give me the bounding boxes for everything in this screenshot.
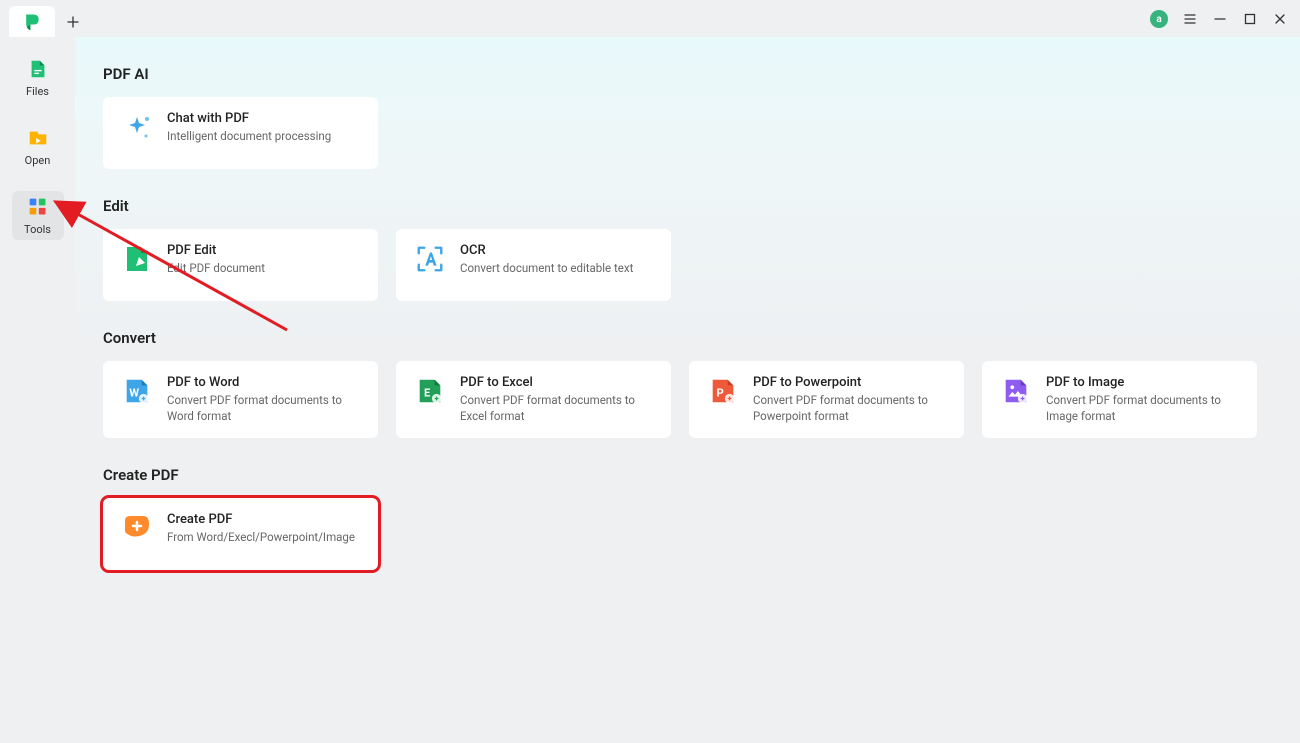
new-tab-button[interactable] [63,12,83,32]
word-icon: W [121,375,153,407]
cards-row: Create PDF From Word/Execl/Powerpoint/Im… [103,498,1272,570]
card-desc: Intelligent document processing [167,128,331,144]
ai-sparkle-icon [121,111,153,143]
titlebar-left [0,0,83,37]
maximize-icon [1244,13,1256,25]
card-desc: Convert PDF format documents to Powerpoi… [753,392,946,424]
app-logo-icon [22,12,42,32]
card-title: Chat with PDF [167,111,331,126]
card-title: PDF to Image [1046,375,1239,390]
section-title: Edit [103,197,1272,215]
svg-text:W: W [129,387,139,400]
hamburger-icon [1184,13,1196,25]
avatar-initial: a [1156,14,1161,25]
card-title: OCR [460,243,633,258]
section-title: Create PDF [103,466,1272,484]
card-text: PDF to Excel Convert PDF format document… [460,375,653,424]
card-title: PDF to Powerpoint [753,375,946,390]
sidebar-item-open[interactable]: Open [12,122,64,171]
svg-text:E: E [424,387,431,400]
card-text: PDF Edit Edit PDF document [167,243,265,276]
card-desc: Convert PDF format documents to Image fo… [1046,392,1239,424]
maximize-button[interactable] [1242,11,1258,27]
close-icon [1274,13,1286,25]
layout: Files Open Tools PDF AI [0,37,1300,743]
section-title: PDF AI [103,65,1272,83]
card-pdf-to-powerpoint[interactable]: P PDF to Powerpoint Convert PDF format d… [689,361,964,438]
close-button[interactable] [1272,11,1288,27]
cards-row: PDF Edit Edit PDF document OCR Convert d… [103,229,1272,301]
svg-text:P: P [717,387,724,400]
card-ocr[interactable]: OCR Convert document to editable text [396,229,671,301]
card-pdf-to-word[interactable]: W PDF to Word Convert PDF format documen… [103,361,378,438]
card-text: Chat with PDF Intelligent document proce… [167,111,331,144]
sidebar: Files Open Tools [0,37,75,743]
pdf-edit-icon [121,243,153,275]
section-title: Convert [103,329,1272,347]
sidebar-item-files[interactable]: Files [12,53,64,102]
titlebar-right: a [1150,0,1300,28]
files-icon [26,57,50,81]
tools-icon [26,195,50,219]
card-title: Create PDF [167,512,355,527]
card-create-pdf[interactable]: Create PDF From Word/Execl/Powerpoint/Im… [103,498,378,570]
card-desc: Edit PDF document [167,260,265,276]
section-edit: Edit PDF Edit Edit PDF document [103,197,1272,301]
sidebar-item-label: Open [25,154,51,167]
card-text: PDF to Powerpoint Convert PDF format doc… [753,375,946,424]
card-text: PDF to Image Convert PDF format document… [1046,375,1239,424]
minimize-button[interactable] [1212,11,1228,27]
avatar[interactable]: a [1150,10,1168,28]
card-title: PDF to Word [167,375,360,390]
sidebar-item-label: Tools [24,223,51,236]
powerpoint-icon: P [707,375,739,407]
image-icon [1000,375,1032,407]
open-icon [26,126,50,150]
card-pdf-to-image[interactable]: PDF to Image Convert PDF format document… [982,361,1257,438]
card-text: PDF to Word Convert PDF format documents… [167,375,360,424]
card-pdf-to-excel[interactable]: E PDF to Excel Convert PDF format docume… [396,361,671,438]
section-pdf-ai: PDF AI Chat with PDF Intelligent documen… [103,65,1272,169]
sidebar-item-tools[interactable]: Tools [12,191,64,240]
ocr-icon [414,243,446,275]
section-convert: Convert W PDF to Word Convert PDF format… [103,329,1272,438]
card-desc: Convert document to editable text [460,260,633,276]
plus-icon [67,16,79,28]
create-pdf-icon [121,512,153,544]
minimize-icon [1214,13,1226,25]
sidebar-item-label: Files [26,85,49,98]
card-text: Create PDF From Word/Execl/Powerpoint/Im… [167,512,355,545]
card-title: PDF to Excel [460,375,653,390]
section-create-pdf: Create PDF Create PDF From Word/Execl/Po… [103,466,1272,570]
main-content: PDF AI Chat with PDF Intelligent documen… [75,37,1300,743]
card-text: OCR Convert document to editable text [460,243,633,276]
card-desc: Convert PDF format documents to Word for… [167,392,360,424]
menu-button[interactable] [1182,11,1198,27]
card-desc: Convert PDF format documents to Excel fo… [460,392,653,424]
card-desc: From Word/Execl/Powerpoint/Image [167,529,355,545]
card-pdf-edit[interactable]: PDF Edit Edit PDF document [103,229,378,301]
app-logo-tab[interactable] [9,6,55,37]
titlebar: a [0,0,1300,37]
cards-row: Chat with PDF Intelligent document proce… [103,97,1272,169]
excel-icon: E [414,375,446,407]
cards-row: W PDF to Word Convert PDF format documen… [103,361,1272,438]
card-title: PDF Edit [167,243,265,258]
card-chat-with-pdf[interactable]: Chat with PDF Intelligent document proce… [103,97,378,169]
